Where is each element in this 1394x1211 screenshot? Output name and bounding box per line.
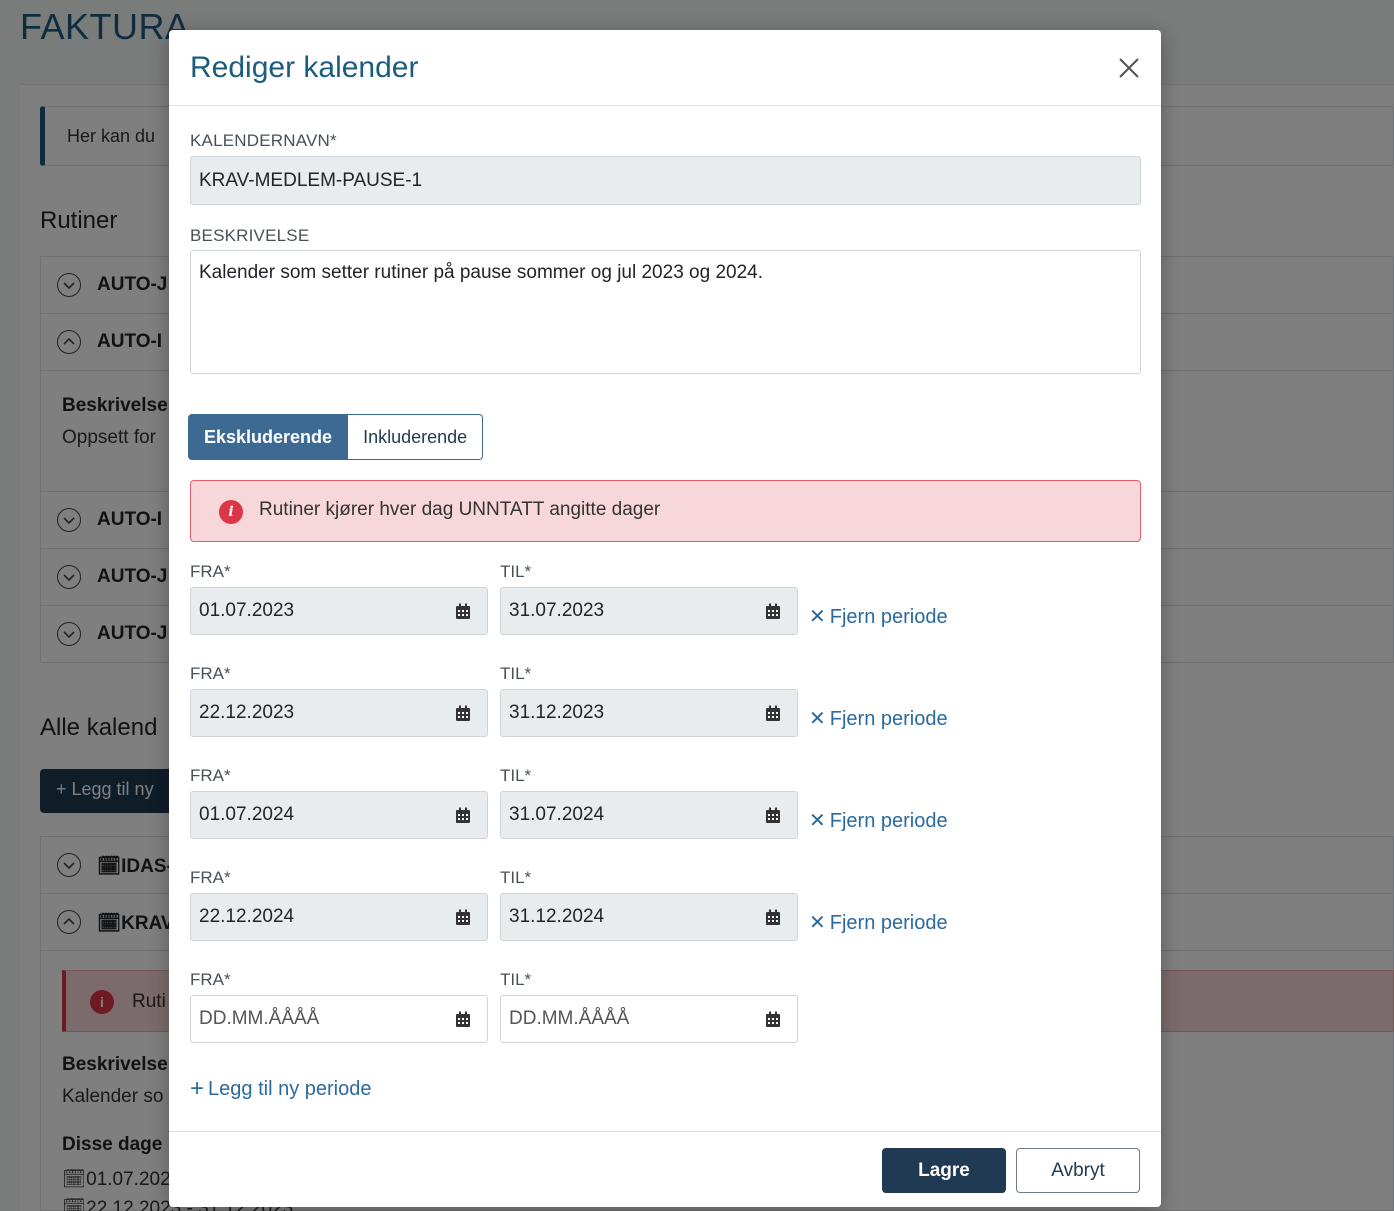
to-date-value: 31.12.2023 [509,702,605,723]
mode-alert: i Rutiner kjører hver dag UNNTATT angitt… [190,480,1141,542]
from-date-value: 22.12.2023 [199,702,295,723]
calendar-name-label: KALENDERNAVN* [190,131,337,150]
remove-period-label: Fjern periode [829,912,948,934]
period-row: FRA* TIL* 01.07.2023 31.07.2023 ✕ Fjern p… [190,562,1141,652]
close-button[interactable] [1113,52,1145,84]
remove-period-button[interactable]: ✕ Fjern periode [809,706,948,731]
from-label: FRA* [190,766,231,785]
remove-period-button[interactable]: ✕ Fjern periode [809,604,948,629]
new-period-row: FRA* TIL* DD.MM.ÅÅÅÅ DD.MM.ÅÅÅÅ [190,970,1141,1060]
from-label: FRA* [190,562,231,581]
to-date-value: 31.07.2023 [509,600,605,621]
to-date-input[interactable]: 31.12.2024 [500,893,798,941]
to-label: TIL* [500,562,532,581]
info-icon: i [219,500,243,524]
from-date-value: 01.07.2023 [199,600,295,621]
from-date-input[interactable]: 22.12.2023 [190,689,488,737]
modal-footer: Lagre Avbryt [169,1131,1161,1207]
remove-period-label: Fjern periode [829,606,948,628]
remove-icon: ✕ [809,708,826,730]
calendar-icon[interactable] [455,603,471,620]
new-from-date-input[interactable]: DD.MM.ÅÅÅÅ [190,995,488,1043]
to-label: TIL* [500,970,532,989]
period-row: FRA* TIL* 22.12.2023 31.12.2023 ✕ Fjern p… [190,664,1141,754]
save-button[interactable]: Lagre [882,1148,1006,1193]
to-date-input[interactable]: 31.07.2023 [500,587,798,635]
to-date-placeholder: DD.MM.ÅÅÅÅ [509,1008,630,1029]
calendar-icon[interactable] [455,909,471,926]
remove-icon: ✕ [809,606,826,628]
to-label: TIL* [500,868,532,887]
description-textarea[interactable]: Kalender som setter rutiner på pause som… [190,250,1141,374]
from-label: FRA* [190,868,231,887]
to-date-input[interactable]: 31.07.2024 [500,791,798,839]
to-label: TIL* [500,766,532,785]
remove-period-button[interactable]: ✕ Fjern periode [809,808,948,833]
to-label: TIL* [500,664,532,683]
calendar-icon[interactable] [765,603,781,620]
calendar-icon[interactable] [765,705,781,722]
remove-period-label: Fjern periode [829,708,948,730]
cancel-button[interactable]: Avbryt [1016,1148,1140,1193]
close-icon [1119,58,1139,78]
remove-icon: ✕ [809,810,826,832]
plus-icon: + [190,1075,205,1102]
from-label: FRA* [190,664,231,683]
mode-exclusive-button[interactable]: Ekskluderende [188,414,349,460]
calendar-icon[interactable] [765,909,781,926]
from-date-input[interactable]: 01.07.2024 [190,791,488,839]
calendar-icon[interactable] [765,1011,781,1028]
description-label: BESKRIVELSE [190,226,310,245]
period-row: FRA* TIL* 01.07.2024 31.07.2024 ✕ Fjern p… [190,766,1141,856]
calendar-icon[interactable] [455,705,471,722]
period-row: FRA* TIL* 22.12.2024 31.12.2024 ✕ Fjern p… [190,868,1141,958]
from-date-value: 22.12.2024 [199,906,295,927]
calendar-name-input[interactable]: KRAV-MEDLEM-PAUSE-1 [190,156,1141,205]
remove-period-button[interactable]: ✕ Fjern periode [809,910,948,935]
add-period-label: Legg til ny periode [208,1078,372,1100]
modal-header: Rediger kalender [169,30,1161,106]
from-date-placeholder: DD.MM.ÅÅÅÅ [199,1008,320,1029]
edit-calendar-modal: Rediger kalender KALENDERNAVN* KRAV-MEDL… [169,30,1161,1207]
remove-period-label: Fjern periode [829,810,948,832]
from-date-value: 01.07.2024 [199,804,295,825]
modal-title: Rediger kalender [190,51,419,84]
from-label: FRA* [190,970,231,989]
to-date-value: 31.12.2024 [509,906,605,927]
from-date-input[interactable]: 01.07.2023 [190,587,488,635]
calendar-icon[interactable] [455,807,471,824]
remove-icon: ✕ [809,912,826,934]
mode-toggle: Ekskluderende Inkluderende [188,414,484,460]
new-to-date-input[interactable]: DD.MM.ÅÅÅÅ [500,995,798,1043]
mode-alert-text: Rutiner kjører hver dag UNNTATT angitte … [259,499,661,520]
mode-inclusive-button[interactable]: Inkluderende [348,414,484,460]
calendar-icon[interactable] [765,807,781,824]
add-period-button[interactable]: + Legg til ny periode [190,1074,371,1102]
to-date-value: 31.07.2024 [509,804,605,825]
from-date-input[interactable]: 22.12.2024 [190,893,488,941]
calendar-icon[interactable] [455,1011,471,1028]
to-date-input[interactable]: 31.12.2023 [500,689,798,737]
